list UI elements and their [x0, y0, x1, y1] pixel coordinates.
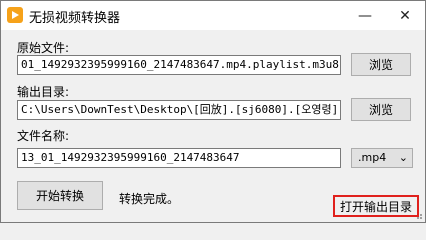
close-button[interactable]: ✕ [385, 1, 425, 30]
source-browse-button[interactable]: 浏览 [351, 53, 411, 76]
title-bar: 无损视频转换器 — ✕ [1, 1, 425, 30]
chevron-down-icon: ⌄ [398, 151, 408, 164]
app-window: 无损视频转换器 — ✕ 原始文件: 01_1492932395999160_21… [0, 0, 426, 223]
output-dir-label: 输出目录: [17, 85, 70, 99]
output-browse-button[interactable]: 浏览 [351, 98, 411, 121]
window-title: 无损视频转换器 [29, 11, 121, 26]
start-convert-button[interactable]: 开始转换 [17, 181, 103, 210]
open-output-dir-link[interactable]: 打开输出目录 [333, 195, 419, 217]
filename-field[interactable]: 13_01_1492932395999160_2147483647 [17, 148, 341, 168]
source-file-label: 原始文件: [17, 41, 70, 55]
app-logo-icon [7, 7, 23, 23]
source-file-field[interactable]: 01_1492932395999160_2147483647.mp4.playl… [17, 55, 341, 75]
filename-label: 文件名称: [17, 129, 70, 143]
output-dir-field[interactable]: C:\Users\DownTest\Desktop\[回放].[sj6080].… [17, 100, 341, 120]
resize-grip-icon[interactable] [413, 210, 423, 220]
format-select[interactable]: .mp4 ⌄ [351, 148, 413, 168]
format-select-value: .mp4 [358, 151, 387, 164]
status-text: 转换完成。 [119, 192, 180, 206]
minimize-button[interactable]: — [345, 1, 385, 30]
